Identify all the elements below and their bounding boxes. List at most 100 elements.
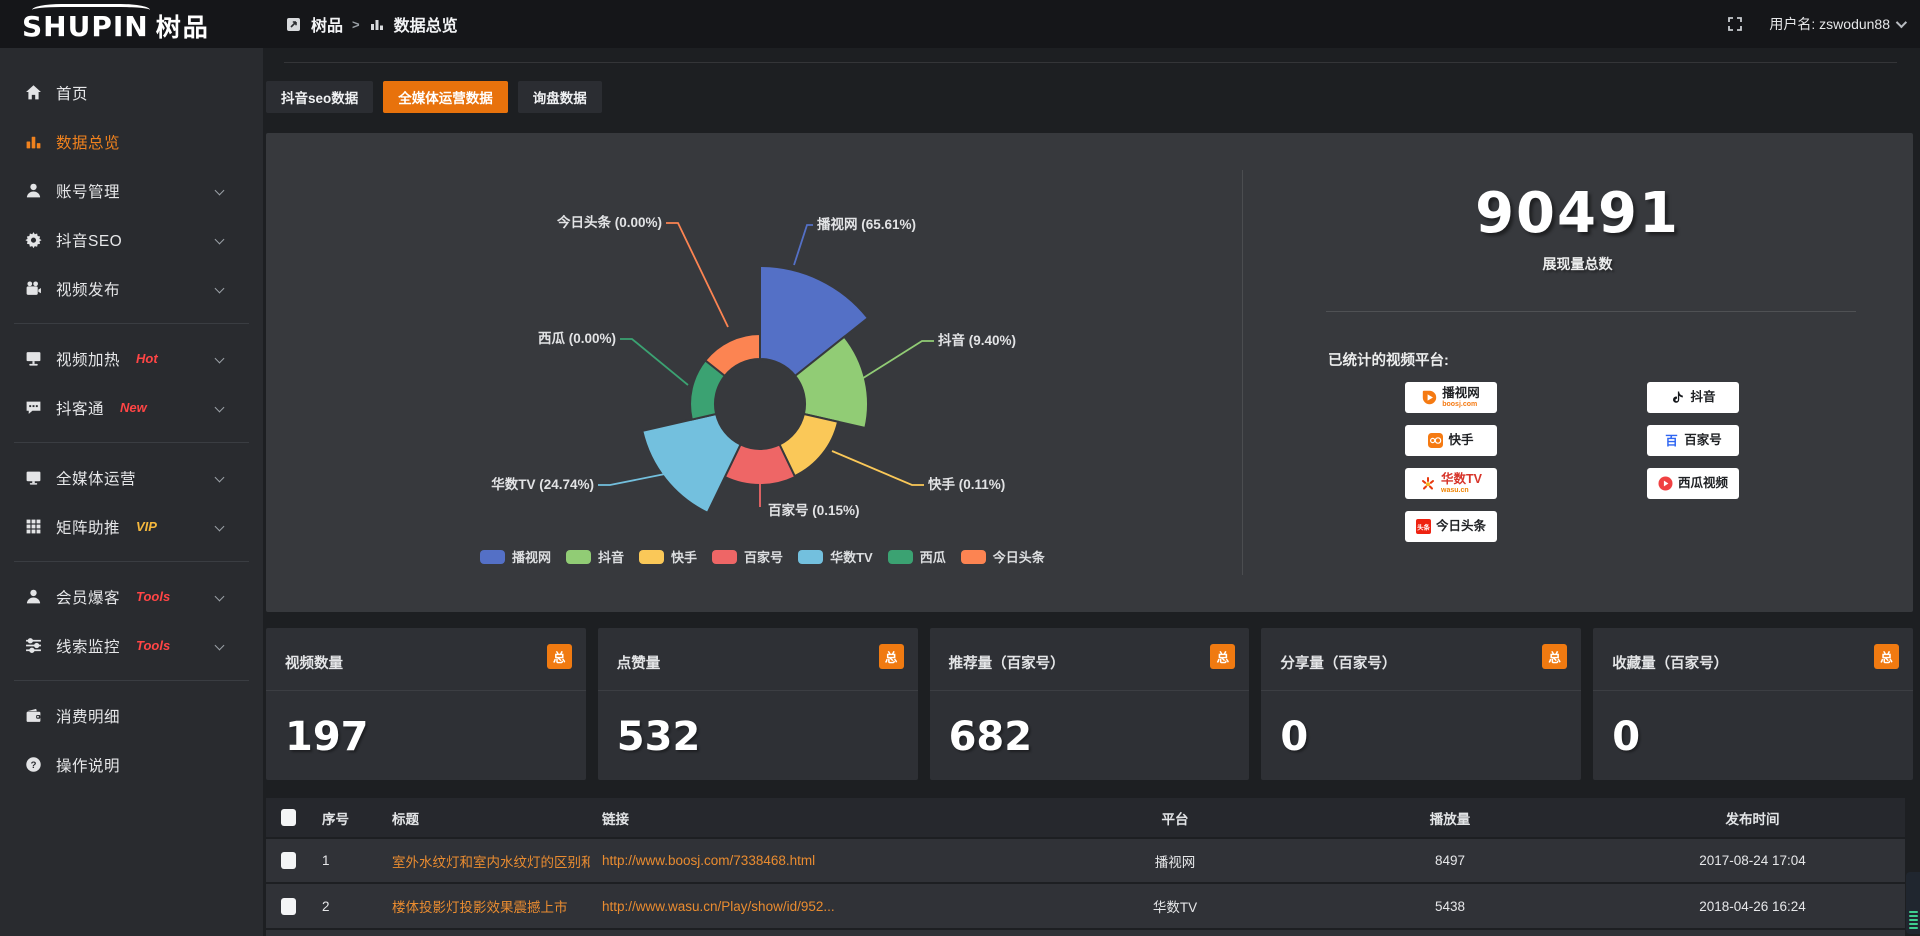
sidebar-item-label: 抖客通 — [56, 397, 104, 419]
select-all-checkbox[interactable] — [281, 809, 296, 826]
header-divider — [284, 62, 1897, 63]
legend-item-百家号[interactable]: 百家号 — [712, 547, 783, 566]
video-table: 序号 标题 链接 平台 播放量 发布时间 1 室外水纹灯和室内水纹灯的区别和简介… — [266, 798, 1905, 936]
wallet-icon — [24, 707, 42, 725]
sidebar-item-douyin-seo[interactable]: 抖音SEO — [0, 215, 263, 264]
col-header-link: 链接 — [590, 798, 1050, 838]
label-line-今日头条 — [666, 223, 728, 327]
sidebar-menu: 首页数据总览账号管理抖音SEO 视频发布视频加热Hot 抖客通 New 全媒体运营矩阵助… — [0, 68, 263, 789]
legend-item-今日头条[interactable]: 今日头条 — [961, 547, 1045, 566]
chat-icon — [24, 399, 42, 417]
chevron-down-icon — [215, 473, 225, 483]
username-label: 用户名: zswodun88 — [1769, 14, 1890, 34]
sidebar-item-badge: New — [120, 400, 147, 415]
sidebar-item-label: 会员爆客 — [56, 586, 120, 608]
row-checkbox[interactable] — [281, 852, 296, 869]
table-header-row: 序号 标题 链接 平台 播放量 发布时间 — [266, 798, 1905, 838]
gear-icon — [24, 231, 42, 249]
cell-url-link[interactable]: http://www.boosj.com/7338468.html — [590, 838, 1050, 883]
sidebar-item-omni-media[interactable]: 全媒体运营 — [0, 453, 263, 502]
breadcrumb-root[interactable]: 树品 — [311, 12, 343, 36]
bar-chart-icon — [24, 133, 42, 151]
cell-title-link[interactable]: 室外水纹灯和室内水纹灯的区别和简介 — [380, 838, 590, 883]
total-badge[interactable]: 总 — [1210, 644, 1235, 669]
sidebar-item-video-heating[interactable]: 视频加热Hot — [0, 334, 263, 383]
legend-item-华数TV[interactable]: 华数TV — [798, 547, 873, 566]
col-header-title: 标题 — [380, 798, 590, 838]
sidebar-item-consumption-detail[interactable]: 消费明细 — [0, 691, 263, 740]
platform-badge-wasu: 华数TVwasu.cn — [1405, 468, 1497, 499]
cell-num: 1 — [310, 838, 380, 883]
legend-label: 华数TV — [830, 547, 873, 566]
grid-icon — [24, 518, 42, 536]
label-line-播视网 — [794, 225, 813, 265]
fullscreen-icon[interactable] — [1727, 16, 1743, 32]
pie-label-抖音: 抖音 (9.40%) — [938, 332, 1016, 348]
total-badge[interactable]: 总 — [879, 644, 904, 669]
sidebar-item-label: 抖音SEO — [56, 229, 122, 251]
legend-swatch — [888, 550, 913, 564]
col-header-plays: 播放量 — [1300, 798, 1600, 838]
user-menu[interactable]: 用户名: zswodun88 — [1769, 14, 1904, 34]
sidebar-item-member-baoke[interactable]: 会员爆客Tools — [0, 572, 263, 621]
toutiao-logo-icon: 头条 — [1416, 519, 1431, 534]
stat-card-value: 0 — [1612, 714, 1640, 760]
stat-card-推荐量（百家号）: 推荐量（百家号） 总 682 — [930, 628, 1250, 780]
tab-抖音seo数据[interactable]: 抖音seo数据 — [266, 81, 373, 113]
cell-url-link[interactable]: http://www.wasu.cn/Play/show/id/952... — [590, 883, 1050, 928]
pie-label-快手: 快手 (0.11%) — [928, 476, 1005, 492]
sidebar-item-matrix-boost[interactable]: 矩阵助推VIP — [0, 502, 263, 551]
row-checkbox[interactable] — [281, 898, 296, 915]
stat-card-分享量（百家号）: 分享量（百家号） 总 0 — [1261, 628, 1581, 780]
col-header-num: 序号 — [310, 798, 380, 838]
tab-全媒体运营数据[interactable]: 全媒体运营数据 — [383, 81, 508, 113]
tab-询盘数据[interactable]: 询盘数据 — [518, 81, 602, 113]
cell-time: 2017-08-24 17:04 — [1600, 838, 1905, 883]
legend-item-播视网[interactable]: 播视网 — [480, 547, 551, 566]
sidebar-item-video-publish[interactable]: 视频发布 — [0, 264, 263, 313]
cell-time: 2018-04-26 16:24 — [1600, 883, 1905, 928]
monitor-icon — [24, 469, 42, 487]
cell-platform: 播视网 — [1050, 838, 1300, 883]
card-divider — [598, 690, 918, 691]
sidebar-item-operation-guide[interactable]: ?操作说明 — [0, 740, 263, 789]
legend-swatch — [639, 550, 664, 564]
sidebar-item-clue-monitor[interactable]: 线索监控Tools — [0, 621, 263, 670]
svg-text:头条: 头条 — [1417, 523, 1430, 532]
total-badge[interactable]: 总 — [1874, 644, 1899, 669]
stat-card-收藏量（百家号）: 收藏量（百家号） 总 0 — [1593, 628, 1913, 780]
legend-label: 抖音 — [598, 547, 624, 566]
chevron-down-icon — [215, 354, 225, 364]
platform-badge-baijiahao: 百百家号 — [1647, 425, 1739, 456]
platform-domain: wasu.cn — [1441, 487, 1469, 494]
legend-item-快手[interactable]: 快手 — [639, 547, 697, 566]
cell-title-link[interactable]: 楼体投影灯投影效果震撼上市 — [380, 883, 590, 928]
total-badge[interactable]: 总 — [547, 644, 572, 669]
logo-arc — [32, 4, 150, 16]
cell-plays: 8497 — [1300, 838, 1600, 883]
pie-slice-华数TV[interactable] — [642, 414, 740, 513]
summary-divider — [1326, 311, 1856, 312]
sidebar-item-home[interactable]: 首页 — [0, 68, 263, 117]
sidebar-item-account-management[interactable]: 账号管理 — [0, 166, 263, 215]
total-badge[interactable]: 总 — [1542, 644, 1567, 669]
sidebar-item-data-overview[interactable]: 数据总览 — [0, 117, 263, 166]
cell-platform: 华数TV — [1050, 883, 1300, 928]
sidebar-item-douketong[interactable]: 抖客通 New — [0, 383, 263, 432]
cell-num: 2 — [310, 883, 380, 928]
legend-item-抖音[interactable]: 抖音 — [566, 547, 624, 566]
stat-card-title: 推荐量（百家号） — [949, 652, 1065, 673]
legend-item-西瓜[interactable]: 西瓜 — [888, 547, 946, 566]
rose-pie-chart[interactable]: 播视网 (65.61%)抖音 (9.40%)快手 (0.11%)百家号 (0.1… — [266, 133, 1242, 612]
legend-swatch — [798, 550, 823, 564]
floating-widget[interactable] — [1906, 872, 1920, 934]
breadcrumb-current[interactable]: 数据总览 — [394, 12, 458, 36]
sidebar-item-label: 视频发布 — [56, 278, 120, 300]
label-line-西瓜 — [620, 339, 688, 385]
platforms-title: 已统计的视频平台: — [1328, 349, 1449, 370]
impressions-total-value: 90491 — [1242, 181, 1913, 246]
sidebar-item-badge: Hot — [136, 351, 158, 366]
impressions-total-label: 展现量总数 — [1242, 254, 1913, 274]
chevron-down-icon — [215, 592, 225, 602]
platform-column-left: 播视网boosj.com快手华数TVwasu.cn头条今日头条 — [1405, 382, 1497, 554]
